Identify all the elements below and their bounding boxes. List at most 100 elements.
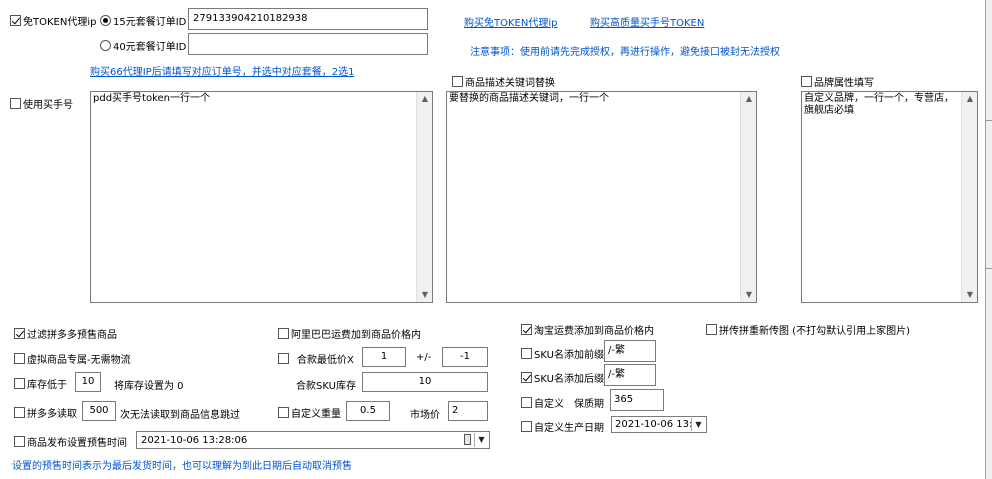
- free-token-proxy-label: 免TOKEN代理ip: [23, 17, 97, 28]
- taobao-freight-label: 淘宝运费添加到商品价格内: [534, 326, 654, 337]
- merge-sku-input[interactable]: 10: [362, 372, 488, 392]
- sku-prefix-label: SKU名添加前缀: [534, 350, 604, 361]
- presale-time-picker[interactable]: 2021-10-06 13:28:06 ▼: [136, 431, 490, 449]
- custom-weight-input[interactable]: 0.5: [346, 401, 390, 421]
- sku-prefix-input[interactable]: /-繁: [604, 340, 656, 362]
- checkbox-box[interactable]: [706, 324, 717, 335]
- free-token-proxy-checkbox[interactable]: 免TOKEN代理ip: [10, 13, 96, 28]
- plan15-label: 15元套餐订单ID: [113, 17, 187, 28]
- sku-suffix-input[interactable]: /-繁: [604, 364, 656, 386]
- filter-presale-label: 过滤拼多多预售商品: [27, 330, 117, 341]
- calendar-icon[interactable]: [464, 434, 471, 445]
- checkbox-box[interactable]: [278, 328, 289, 339]
- prod-date-picker[interactable]: 2021-10-06 13: ▼: [611, 416, 707, 433]
- chevron-down-icon[interactable]: ▼: [474, 433, 488, 447]
- custom-weight-checkbox[interactable]: 自定义重量: [278, 405, 341, 420]
- checkbox-box[interactable]: [521, 421, 532, 432]
- low-stock-suffix: 将库存设置为 0: [114, 381, 184, 392]
- shelf-life-input[interactable]: 365: [610, 389, 664, 411]
- checkbox-box[interactable]: [14, 407, 25, 418]
- window-edge-tick: [986, 268, 992, 269]
- market-price-label: 市场价: [410, 410, 440, 421]
- low-stock-label: 库存低于: [27, 380, 67, 391]
- plan15-order-input[interactable]: 279133904210182938: [188, 8, 428, 30]
- replace-keyword-label: 商品描述关键词替换: [465, 78, 555, 89]
- checkbox-box[interactable]: [801, 76, 812, 87]
- plan15-radio[interactable]: 15元套餐订单ID: [100, 13, 186, 28]
- scroll-up-icon[interactable]: ▲: [421, 95, 429, 103]
- merge-min-checkbox[interactable]: 合款最低价X: [278, 351, 354, 366]
- replace-keyword-textarea[interactable]: 要替换的商品描述关键词，一行一个 ▲ ▼: [446, 91, 757, 303]
- plus-minus-input[interactable]: -1: [442, 347, 488, 367]
- buy-token-link[interactable]: 购买高质量买手号TOKEN: [590, 14, 704, 29]
- custom-shelf-checkbox[interactable]: 自定义: [521, 395, 564, 410]
- replace-keyword-checkbox[interactable]: 商品描述关键词替换: [452, 74, 555, 89]
- market-price-input[interactable]: 2: [448, 401, 488, 421]
- buy66-link[interactable]: 购买66代理IP后请填写对应订单号，并选中对应套餐，2选1: [90, 63, 354, 78]
- scroll-down-icon[interactable]: ▼: [745, 291, 753, 299]
- custom-shelf-label: 自定义: [534, 399, 564, 410]
- alibaba-freight-checkbox[interactable]: 阿里巴巴运费加到商品价格内: [278, 326, 421, 341]
- custom-weight-label: 自定义重量: [291, 409, 341, 420]
- shelf-life-label: 保质期: [574, 399, 604, 410]
- repost-images-label: 拼传拼重新传图 (不打勾默认引用上家图片): [719, 326, 910, 337]
- filter-presale-checkbox[interactable]: 过滤拼多多预售商品: [14, 326, 117, 341]
- use-buyer-checkbox[interactable]: 使用买手号: [10, 96, 73, 111]
- buyer-token-textarea[interactable]: pdd买手号token一行一个 ▲ ▼: [90, 91, 433, 303]
- pdd-read-checkbox[interactable]: 拼多多读取: [14, 405, 77, 420]
- repost-images-checkbox[interactable]: 拼传拼重新传图 (不打勾默认引用上家图片): [706, 322, 910, 337]
- presale-time-label: 商品发布设置预售时间: [27, 438, 127, 449]
- replace-textarea-scrollbar[interactable]: ▲ ▼: [740, 92, 756, 302]
- checkbox-box[interactable]: [452, 76, 463, 87]
- checkbox-box[interactable]: [521, 348, 532, 359]
- merge-min-label: 合款最低价X: [297, 355, 354, 366]
- scroll-up-icon[interactable]: ▲: [966, 95, 974, 103]
- checkbox-box[interactable]: [14, 436, 25, 447]
- virtual-goods-checkbox[interactable]: 虚拟商品专属-无需物流: [14, 351, 131, 366]
- checkbox-box[interactable]: [521, 372, 532, 383]
- custom-prod-date-label: 自定义生产日期: [534, 423, 604, 434]
- buy-proxy-link[interactable]: 购买免TOKEN代理ip: [464, 14, 557, 29]
- replace-keyword-text: 要替换的商品描述关键词，一行一个: [449, 93, 609, 104]
- pdd-read-suffix: 次无法读取到商品信息跳过: [120, 410, 240, 421]
- checkbox-box[interactable]: [278, 407, 289, 418]
- plan40-label: 40元套餐订单ID: [113, 42, 187, 53]
- alibaba-freight-label: 阿里巴巴运费加到商品价格内: [291, 330, 421, 341]
- checkbox-box[interactable]: [278, 353, 289, 364]
- checkbox-box[interactable]: [521, 324, 532, 335]
- sku-prefix-checkbox[interactable]: SKU名添加前缀: [521, 346, 604, 361]
- pdd-read-input[interactable]: 500: [82, 401, 116, 421]
- virtual-goods-label: 虚拟商品专属-无需物流: [27, 355, 131, 366]
- plan40-order-input[interactable]: [188, 33, 428, 55]
- brand-attr-checkbox[interactable]: 品牌属性填写: [801, 74, 874, 89]
- scroll-up-icon[interactable]: ▲: [745, 95, 753, 103]
- brand-textarea-scrollbar[interactable]: ▲ ▼: [961, 92, 977, 302]
- checkbox-box[interactable]: [14, 378, 25, 389]
- presale-time-checkbox[interactable]: 商品发布设置预售时间: [14, 434, 127, 449]
- checkbox-box[interactable]: [10, 98, 21, 109]
- radio-circle[interactable]: [100, 40, 111, 51]
- scroll-down-icon[interactable]: ▼: [966, 291, 974, 299]
- brand-attr-textarea[interactable]: 自定义品牌，一行一个，专营店，旗舰店必填 ▲ ▼: [801, 91, 978, 303]
- pdd-read-label: 拼多多读取: [27, 409, 77, 420]
- buyer-token-text: pdd买手号token一行一个: [93, 93, 211, 104]
- custom-prod-date-checkbox[interactable]: 自定义生产日期: [521, 419, 604, 434]
- window-edge-tick: [986, 120, 992, 121]
- checkbox-box[interactable]: [521, 397, 532, 408]
- prod-date-value: 2021-10-06 13:: [615, 419, 693, 430]
- sku-suffix-checkbox[interactable]: SKU名添加后缀: [521, 370, 604, 385]
- merge-min-input[interactable]: 1: [362, 347, 406, 367]
- taobao-freight-checkbox[interactable]: 淘宝运费添加到商品价格内: [521, 322, 654, 337]
- chevron-down-icon[interactable]: ▼: [691, 418, 705, 431]
- plan40-radio[interactable]: 40元套餐订单ID: [100, 38, 186, 53]
- scroll-down-icon[interactable]: ▼: [421, 291, 429, 299]
- checkbox-box[interactable]: [14, 328, 25, 339]
- main-panel: 免TOKEN代理ip 15元套餐订单ID 279133904210182938 …: [0, 0, 986, 479]
- brand-attr-label: 品牌属性填写: [814, 78, 874, 89]
- low-stock-input[interactable]: 10: [75, 372, 101, 392]
- checkbox-box[interactable]: [10, 15, 21, 26]
- checkbox-box[interactable]: [14, 353, 25, 364]
- buyer-textarea-scrollbar[interactable]: ▲ ▼: [416, 92, 432, 302]
- low-stock-checkbox[interactable]: 库存低于: [14, 376, 67, 391]
- radio-circle[interactable]: [100, 15, 111, 26]
